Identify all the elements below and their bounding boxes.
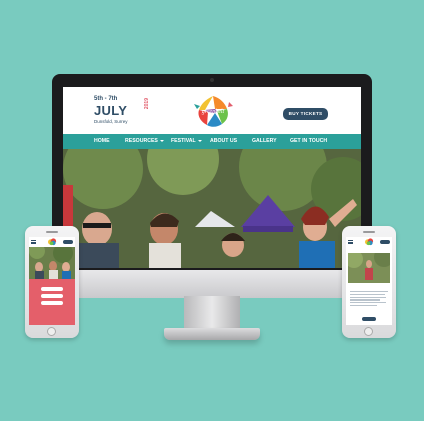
dropdown-caret-icon: [197, 139, 202, 142]
nav-item-festival[interactable]: FESTIVAL: [171, 134, 202, 149]
festival-date-block: 5th - 7th JULY 2019 Dunsfold, Surrey: [94, 96, 154, 126]
website-desktop-view: 5th - 7th JULY 2019 Dunsfold, Surrey gre…: [63, 87, 361, 268]
imac-stand-base: [164, 328, 260, 340]
nav-label: RESOURCES: [125, 138, 158, 144]
mobile-hero-photo: [29, 247, 75, 279]
mobile-header: [29, 237, 75, 247]
website-mobile-view-home: [29, 237, 75, 325]
main-navigation: HOME RESOURCES FESTIVAL ABOUT US GALLERY…: [63, 134, 361, 149]
mobile-header: [346, 237, 392, 247]
imac-chin: [52, 270, 372, 298]
phone-mockup-right: [342, 226, 396, 338]
home-button-icon: [364, 327, 373, 336]
hero-photo: [63, 149, 361, 268]
nav-item-resources[interactable]: RESOURCES: [125, 134, 164, 149]
buy-tickets-button[interactable]: BUY TICKETS: [283, 108, 328, 120]
nav-item-home[interactable]: HOME: [94, 134, 110, 149]
speaker-icon: [46, 231, 58, 233]
date-year: 2019: [144, 98, 150, 110]
festival-logo-icon[interactable]: [365, 238, 374, 246]
website-mobile-view-about: [346, 237, 392, 325]
speaker-icon: [363, 231, 375, 233]
date-month: JULY: [94, 103, 128, 118]
date-range: 5th - 7th: [94, 96, 118, 102]
phone-mockup-left: [25, 226, 79, 338]
mobile-read-more-button[interactable]: [362, 317, 376, 321]
home-button-icon: [47, 327, 56, 336]
mobile-body-text: [350, 291, 388, 308]
imac-mockup: 5th - 7th JULY 2019 Dunsfold, Surrey gre…: [52, 74, 372, 298]
festival-logo-icon[interactable]: greenbelt: [191, 94, 235, 129]
imac-stand: [184, 296, 240, 332]
nav-label: HOME: [94, 138, 110, 144]
imac-bezel: 5th - 7th JULY 2019 Dunsfold, Surrey gre…: [52, 74, 372, 270]
hamburger-menu-icon[interactable]: [31, 240, 36, 244]
festival-logo-icon[interactable]: [48, 238, 57, 246]
mobile-cta-button[interactable]: [41, 294, 63, 298]
mobile-cta-button[interactable]: [41, 287, 63, 291]
festival-location: Dunsfold, Surrey: [94, 119, 128, 124]
nav-label: FESTIVAL: [171, 138, 196, 144]
nav-label: ABOUT US: [210, 138, 238, 144]
nav-label: GALLERY: [252, 138, 277, 144]
buy-tickets-button[interactable]: [380, 240, 390, 244]
camera-icon: [210, 78, 214, 82]
dropdown-caret-icon: [159, 139, 164, 142]
mobile-article-photo: [348, 253, 390, 283]
nav-item-about-us[interactable]: ABOUT US: [210, 134, 237, 149]
svg-text:greenbelt: greenbelt: [202, 109, 225, 115]
nav-label: GET IN TOUCH: [290, 138, 328, 144]
nav-item-gallery[interactable]: GALLERY: [252, 134, 277, 149]
mobile-cta-button[interactable]: [41, 301, 63, 305]
site-header: 5th - 7th JULY 2019 Dunsfold, Surrey gre…: [63, 87, 361, 134]
hamburger-menu-icon[interactable]: [348, 240, 353, 244]
nav-item-get-in-touch[interactable]: GET IN TOUCH: [290, 134, 327, 149]
buy-tickets-button[interactable]: [63, 240, 73, 244]
